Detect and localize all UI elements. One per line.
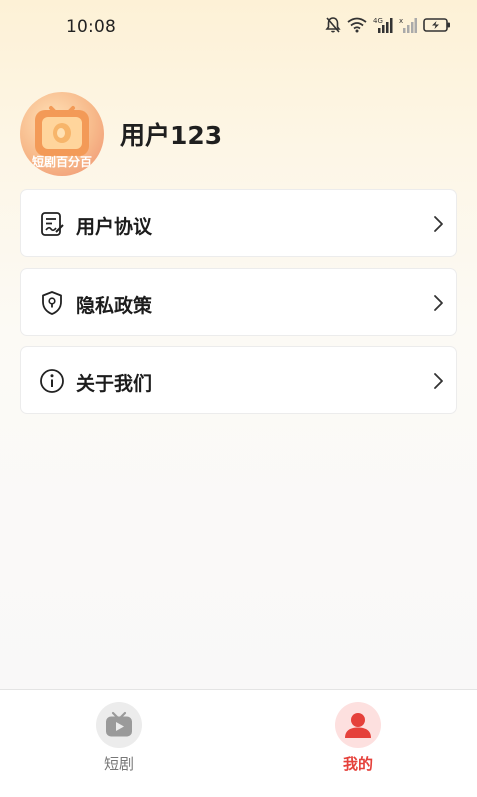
wifi-icon bbox=[347, 17, 367, 33]
avatar-caption: 短剧百分百 bbox=[31, 155, 92, 169]
tab-short-drama[interactable]: 短剧 bbox=[79, 702, 159, 782]
shield-keyhole-icon bbox=[42, 291, 62, 315]
chevron-right-icon bbox=[434, 373, 443, 389]
profile-header: 短剧百分百 用户123 bbox=[20, 92, 222, 176]
svg-text:x: x bbox=[399, 17, 403, 25]
status-bar: 10:08 4G x bbox=[0, 0, 477, 56]
mute-bell-icon bbox=[325, 17, 341, 33]
menu-item-label: 用户协议 bbox=[76, 216, 153, 238]
status-icons: 4G x bbox=[325, 16, 451, 34]
chevron-right-icon bbox=[434, 216, 443, 232]
menu-item-about-us[interactable]: 关于我们 bbox=[20, 346, 457, 414]
tab-label: 短剧 bbox=[103, 755, 134, 773]
tab-mine[interactable]: 我的 bbox=[318, 702, 398, 782]
person-icon bbox=[335, 702, 381, 748]
username: 用户123 bbox=[120, 121, 223, 150]
menu-item-label: 关于我们 bbox=[76, 373, 153, 395]
info-circle-icon bbox=[40, 369, 64, 393]
svg-text:4G: 4G bbox=[373, 17, 383, 25]
bottom-tab-bar: 短剧 我的 bbox=[0, 689, 477, 797]
tab-label: 我的 bbox=[342, 755, 373, 773]
menu-item-user-agreement[interactable]: 用户协议 bbox=[20, 189, 457, 257]
menu-item-privacy-policy[interactable]: 隐私政策 bbox=[20, 268, 457, 336]
menu-item-label: 隐私政策 bbox=[76, 295, 153, 317]
battery-charging-icon bbox=[423, 18, 450, 32]
chevron-right-icon bbox=[434, 295, 443, 311]
signal-no-service-icon: x bbox=[399, 17, 417, 33]
tv-icon bbox=[96, 702, 142, 748]
avatar[interactable]: 短剧百分百 bbox=[20, 92, 104, 176]
status-time: 10:08 bbox=[66, 17, 116, 37]
document-sign-icon bbox=[41, 212, 64, 236]
signal-4g-icon: 4G bbox=[373, 17, 393, 33]
